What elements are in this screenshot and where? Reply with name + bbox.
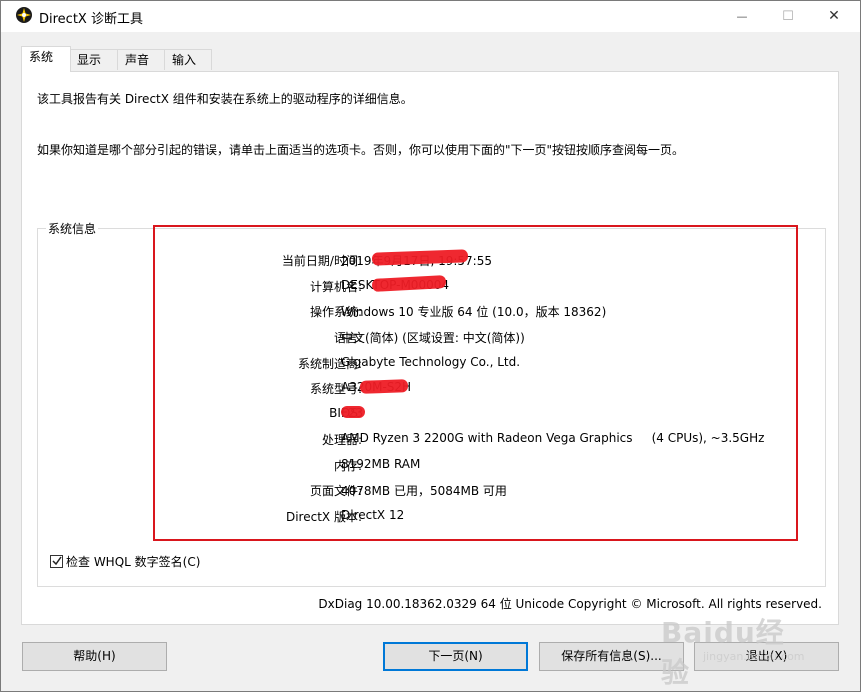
tab-input-label: 输入 xyxy=(172,53,197,67)
tab-input[interactable]: 输入 xyxy=(164,49,212,70)
next-page-button[interactable]: 下一页(N) xyxy=(383,642,528,671)
close-icon: ✕ xyxy=(828,8,840,24)
watermark-url: jingyan.baidu.com xyxy=(703,650,805,663)
info-row-bios: BIOS: F23 xyxy=(153,406,793,424)
info-row-manufacturer: 系统制造商: Gigabyte Technology Co., Ltd. xyxy=(153,355,793,373)
info-row-memory: 内存: 8192MB RAM xyxy=(153,457,793,475)
info-row-computer-name: 计算机名: DESKTOP-M00004 xyxy=(153,278,793,296)
system-info-group-label: 系统信息 xyxy=(46,220,99,237)
tab-display[interactable]: 显示 xyxy=(69,49,119,70)
info-row-model: 系统型号: A320M-S2H xyxy=(153,380,793,398)
info-row-pagefile: 页面文件: 4078MB 已用，5084MB 可用 xyxy=(153,482,793,500)
os-value: Windows 10 专业版 64 位 (10.0，版本 18362) xyxy=(341,305,607,319)
tab-display-label: 显示 xyxy=(77,53,102,67)
whql-checkbox[interactable]: 检查 WHQL 数字签名(C) xyxy=(50,553,200,569)
redaction-mark xyxy=(359,379,409,394)
next-page-button-label: 下一页(N) xyxy=(428,649,483,663)
info-row-language: 语言: 中文(简体) (区域设置: 中文(简体)) xyxy=(153,329,793,347)
help-button[interactable]: 帮助(H) xyxy=(22,642,167,671)
info-row-os: 操作系统: Windows 10 专业版 64 位 (10.0，版本 18362… xyxy=(153,303,793,321)
maximize-icon: ☐ xyxy=(782,8,794,24)
directx-icon xyxy=(15,6,33,24)
info-row-datetime: 当前日期/时间: 2019年9月17日, 19:57:55 xyxy=(153,252,793,270)
minimize-button[interactable]: — xyxy=(719,1,765,31)
system-tab-panel: 该工具报告有关 DirectX 组件和安装在系统上的驱动程序的详细信息。 如果你… xyxy=(21,71,839,625)
tab-system-label: 系统 xyxy=(29,50,54,64)
info-row-processor: 处理器: AMD Ryzen 3 2200G with Radeon Vega … xyxy=(153,431,793,449)
memory-value: 8192MB RAM xyxy=(341,457,421,471)
redaction-mark xyxy=(341,406,365,418)
tab-sound-label: 声音 xyxy=(125,53,150,67)
minimize-icon: — xyxy=(736,9,748,23)
window-title: DirectX 诊断工具 xyxy=(39,12,143,27)
manufacturer-value: Gigabyte Technology Co., Ltd. xyxy=(341,355,521,369)
directx-version-value: DirectX 12 xyxy=(341,508,405,522)
close-button[interactable]: ✕ xyxy=(811,1,857,31)
tab-system[interactable]: 系统 xyxy=(21,46,71,72)
intro-text: 该工具报告有关 DirectX 组件和安装在系统上的驱动程序的详细信息。 xyxy=(37,92,413,106)
info-row-directx-version: DirectX 版本: DirectX 12 xyxy=(153,508,793,526)
tab-sound[interactable]: 声音 xyxy=(117,49,165,70)
baidu-watermark: Baidu经验 jingyan.baidu.com xyxy=(661,611,811,689)
maximize-button[interactable]: ☐ xyxy=(765,1,811,31)
pagefile-value: 4078MB 已用，5084MB 可用 xyxy=(341,484,507,498)
version-copyright-text: DxDiag 10.00.18362.0329 64 位 Unicode Cop… xyxy=(318,597,822,611)
language-value: 中文(简体) (区域设置: 中文(简体)) xyxy=(341,331,525,345)
save-all-info-button-label: 保存所有信息(S)... xyxy=(561,649,662,663)
whql-checkbox-label: 检查 WHQL 数字签名(C) xyxy=(66,554,201,569)
check-icon xyxy=(50,554,63,568)
title-bar: DirectX 诊断工具 — ☐ ✕ xyxy=(1,1,860,32)
directx-diagnostic-window: DirectX 诊断工具 — ☐ ✕ 系统 显示 声音 输入 该工具报告有关 D… xyxy=(0,0,861,692)
help-button-label: 帮助(H) xyxy=(73,649,116,663)
intro-hint-text: 如果你知道是哪个部分引起的错误，请单击上面适当的选项卡。否则，你可以使用下面的"… xyxy=(37,143,685,157)
processor-value: AMD Ryzen 3 2200G with Radeon Vega Graph… xyxy=(341,431,765,445)
